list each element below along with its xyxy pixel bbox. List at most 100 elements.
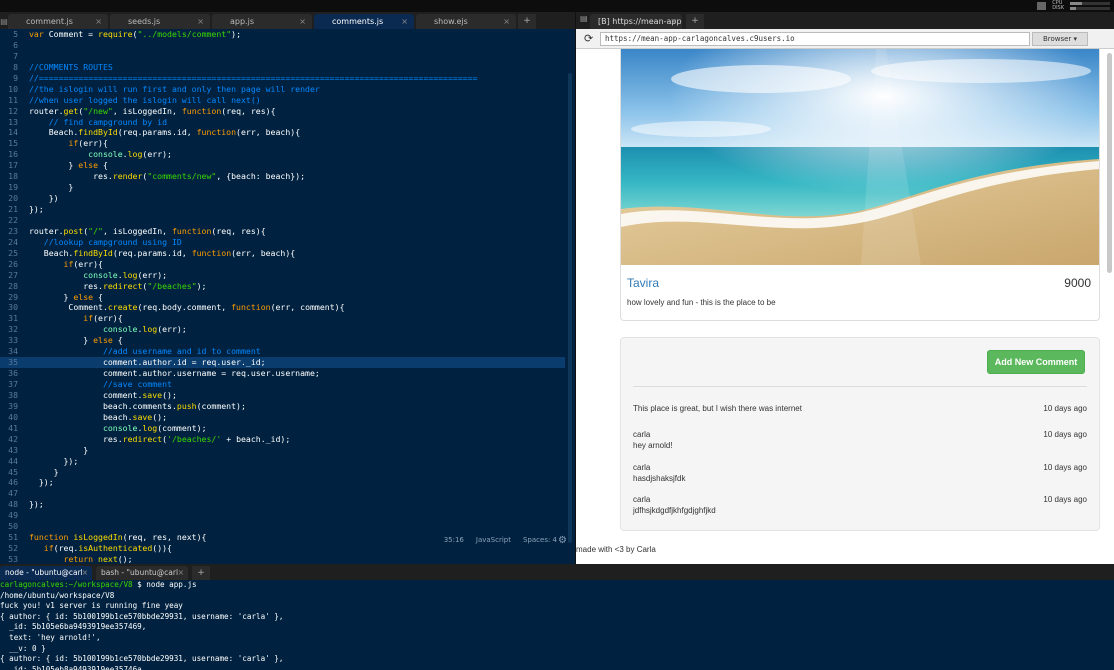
close-icon[interactable]: × xyxy=(197,14,204,29)
code-text[interactable]: console.log(err); xyxy=(29,324,187,334)
code-text[interactable]: }) xyxy=(29,193,59,203)
code-line[interactable]: 52 if(req.isAuthenticated()){ xyxy=(0,543,565,554)
code-line[interactable]: 17 } else { xyxy=(0,160,565,171)
code-line[interactable]: 7 xyxy=(0,51,565,62)
code-text[interactable]: Beach.findById(req.params.id, function(e… xyxy=(29,248,295,258)
code-line[interactable]: 27 console.log(err); xyxy=(0,270,565,281)
code-editor[interactable]: 5 var Comment = require("../models/commen… xyxy=(0,29,575,564)
code-text[interactable]: comment.save(); xyxy=(29,390,177,400)
code-line[interactable]: 12 router.get("/new", isLoggedIn, functio… xyxy=(0,106,565,117)
code-line[interactable]: 25 Beach.findById(req.params.id, functio… xyxy=(0,248,565,259)
code-line[interactable]: 10 //the islogin will run first and only … xyxy=(0,84,565,95)
user-icon[interactable] xyxy=(1037,2,1047,10)
code-line[interactable]: 35 comment.author.id = req.user._id; xyxy=(0,357,565,369)
code-text[interactable]: //when user logged the islogin will call… xyxy=(29,95,261,105)
code-line[interactable]: 15 if(err){ xyxy=(0,138,565,149)
code-line[interactable]: 20 }) xyxy=(0,193,565,204)
new-browser-tab-button[interactable]: + xyxy=(686,14,704,29)
editor-scrollbar[interactable] xyxy=(568,73,572,543)
code-line[interactable]: 32 console.log(err); xyxy=(0,324,565,335)
code-text[interactable]: if(req.isAuthenticated()){ xyxy=(29,543,172,553)
code-line[interactable]: 29 } else { xyxy=(0,292,565,303)
code-line[interactable]: 18 res.render("comments/new", {beach: be… xyxy=(0,171,565,182)
code-lines[interactable]: 5 var Comment = require("../models/commen… xyxy=(0,29,565,564)
editor-tab[interactable]: comment.js × xyxy=(8,14,108,29)
code-text[interactable]: res.redirect('/beaches/' + beach._id); xyxy=(29,434,290,444)
code-text[interactable]: }); xyxy=(29,477,54,487)
code-text[interactable]: function isLoggedIn(req, res, next){ xyxy=(29,532,206,542)
code-line[interactable]: 39 beach.comments.push(comment); xyxy=(0,401,565,412)
code-line[interactable]: 47 xyxy=(0,488,565,499)
code-text[interactable]: } else { xyxy=(29,160,107,170)
reload-icon[interactable]: ⟳ xyxy=(584,32,593,45)
code-line[interactable]: 14 Beach.findById(req.params.id, functio… xyxy=(0,127,565,138)
code-text[interactable]: }); xyxy=(29,204,44,214)
new-terminal-button[interactable]: + xyxy=(192,566,210,580)
code-text[interactable]: //add username and id to comment xyxy=(29,346,261,356)
code-text[interactable]: var Comment = require("../models/comment… xyxy=(29,29,241,39)
editor-tab[interactable]: seeds.js × xyxy=(110,14,210,29)
browser-tab[interactable]: [B] https://mean-app × xyxy=(590,14,682,29)
code-line[interactable]: 9 //=====================================… xyxy=(0,73,565,84)
code-line[interactable]: 21}); xyxy=(0,204,565,215)
code-text[interactable]: if(err){ xyxy=(29,259,103,269)
close-icon[interactable]: × xyxy=(503,14,510,29)
code-line[interactable]: 23 router.post("/", isLoggedIn, function(… xyxy=(0,226,565,237)
code-line[interactable]: 31 if(err){ xyxy=(0,313,565,324)
close-icon[interactable]: × xyxy=(82,566,88,580)
code-text[interactable]: res.redirect("/beaches"); xyxy=(29,281,206,291)
language-mode[interactable]: JavaScript xyxy=(476,536,511,544)
code-line[interactable]: 22 xyxy=(0,215,565,226)
code-line[interactable]: 13 // find campground by id xyxy=(0,117,565,128)
terminal-output[interactable]: carlagoncalves:~/workspace/V8 $ node app… xyxy=(0,580,1114,670)
code-text[interactable]: Comment.create(req.body.comment, functio… xyxy=(29,302,344,312)
code-text[interactable]: //lookup campground using ID xyxy=(29,237,182,247)
browser-menu-button[interactable]: Browser ▾ xyxy=(1032,32,1088,46)
editor-tab[interactable]: show.ejs × xyxy=(416,14,516,29)
code-line[interactable]: 44 }); xyxy=(0,456,565,467)
code-text[interactable]: } else { xyxy=(29,335,122,345)
code-text[interactable]: }); xyxy=(29,499,44,509)
editor-tab[interactable]: comments.js × xyxy=(314,14,414,29)
code-text[interactable]: if(err){ xyxy=(29,138,107,148)
code-text[interactable]: return next(); xyxy=(29,554,133,564)
code-line[interactable]: 49 xyxy=(0,510,565,521)
code-line[interactable]: 45 } xyxy=(0,467,565,478)
code-line[interactable]: 19 } xyxy=(0,182,565,193)
panel-icon[interactable]: ▤ xyxy=(580,14,588,23)
code-text[interactable]: Beach.findById(req.params.id, function(e… xyxy=(29,127,300,137)
code-text[interactable]: } xyxy=(29,445,88,455)
code-line[interactable]: 48}); xyxy=(0,499,565,510)
code-line[interactable]: 40 beach.save(); xyxy=(0,412,565,423)
code-line[interactable]: 28 res.redirect("/beaches"); xyxy=(0,281,565,292)
code-text[interactable]: //the islogin will run first and only th… xyxy=(29,84,320,94)
close-icon[interactable]: × xyxy=(401,14,408,29)
new-tab-button[interactable]: + xyxy=(518,14,536,29)
beach-name-link[interactable]: Tavira xyxy=(627,276,659,290)
code-text[interactable]: }); xyxy=(29,456,79,466)
close-icon[interactable]: × xyxy=(670,14,677,29)
code-text[interactable]: //COMMENTS ROUTES xyxy=(29,62,113,72)
code-text[interactable]: //save comment xyxy=(29,379,172,389)
close-icon[interactable]: × xyxy=(95,14,102,29)
code-line[interactable]: 26 if(err){ xyxy=(0,259,565,270)
code-line[interactable]: 30 Comment.create(req.body.comment, func… xyxy=(0,302,565,313)
add-comment-button[interactable]: Add New Comment xyxy=(987,350,1085,374)
editor-tab[interactable]: app.js × xyxy=(212,14,312,29)
close-icon[interactable]: × xyxy=(299,14,306,29)
code-line[interactable]: 34 //add username and id to comment xyxy=(0,346,565,357)
code-text[interactable]: beach.save(); xyxy=(29,412,167,422)
code-text[interactable]: console.log(comment); xyxy=(29,423,207,433)
code-line[interactable]: 41 console.log(comment); xyxy=(0,423,565,434)
code-line[interactable]: 5 var Comment = require("../models/commen… xyxy=(0,29,565,40)
code-text[interactable]: if(err){ xyxy=(29,313,122,323)
code-line[interactable]: 42 res.redirect('/beaches/' + beach._id)… xyxy=(0,434,565,445)
code-text[interactable]: console.log(err); xyxy=(29,270,167,280)
gear-icon[interactable]: ⚙ xyxy=(558,535,567,546)
code-text[interactable]: //======================================… xyxy=(29,73,478,83)
code-line[interactable]: 11 //when user logged the islogin will ca… xyxy=(0,95,565,106)
code-line[interactable]: 37 //save comment xyxy=(0,379,565,390)
code-text[interactable]: beach.comments.push(comment); xyxy=(29,401,246,411)
code-text[interactable]: router.post("/", isLoggedIn, function(re… xyxy=(29,226,266,236)
code-text[interactable]: // find campground by id xyxy=(29,117,167,127)
